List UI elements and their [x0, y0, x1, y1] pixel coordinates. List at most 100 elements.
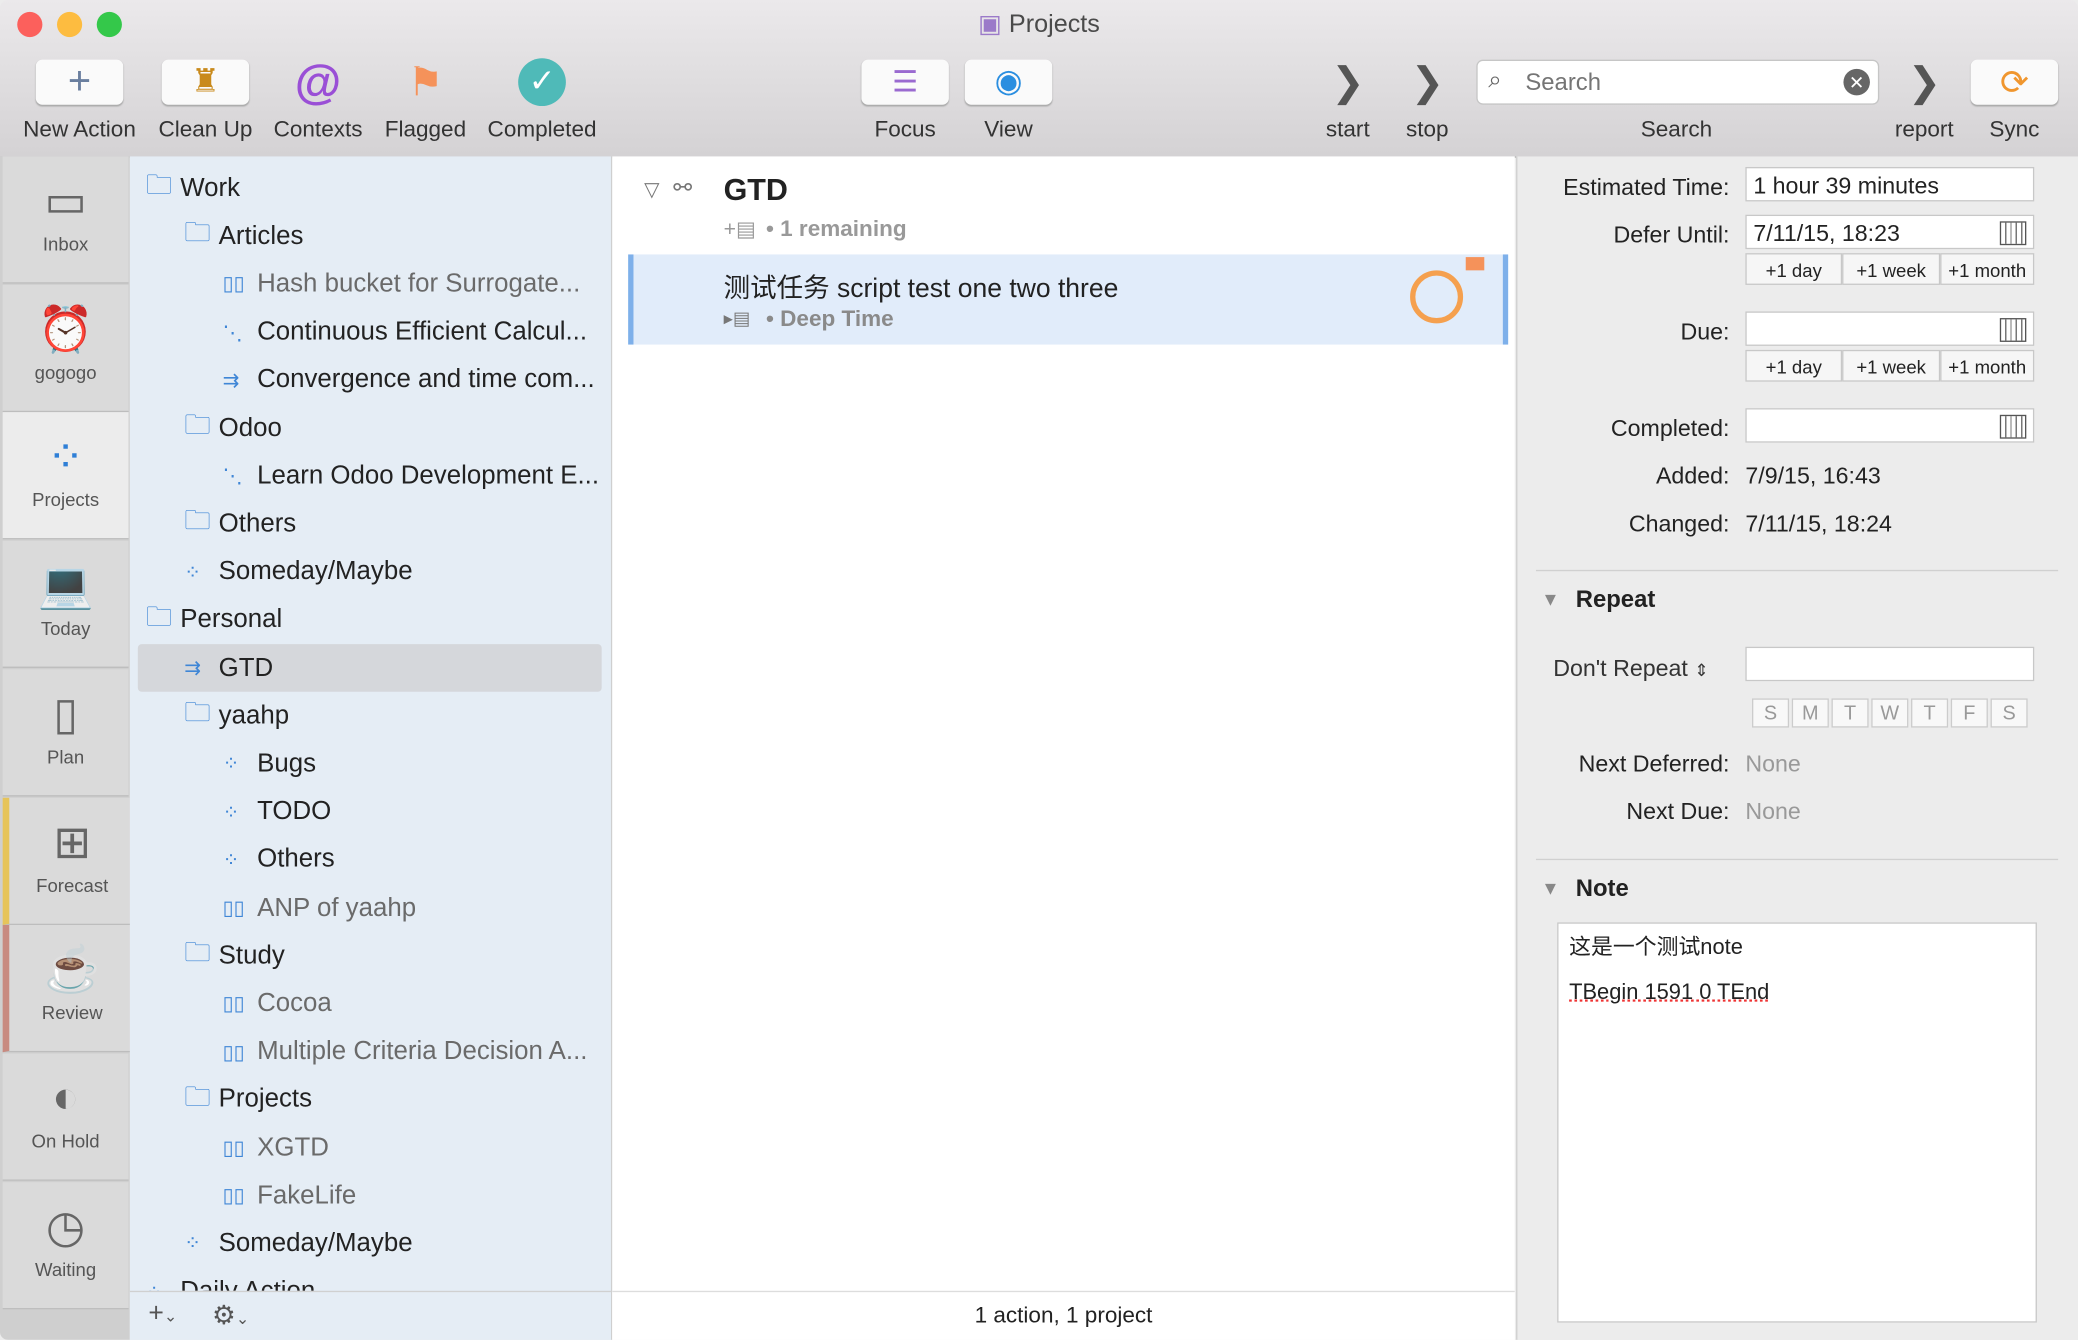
script-icon: ❯	[1331, 60, 1365, 105]
clean-up-button[interactable]: ♜ Clean Up	[148, 58, 262, 143]
gear-menu-button[interactable]: ⚙⌄	[212, 1299, 249, 1332]
sidebar-item[interactable]: 🗀 Others	[130, 500, 611, 548]
view-button[interactable]: ◉ View	[962, 58, 1055, 143]
start-button[interactable]: ❯ start	[1312, 58, 1384, 143]
sync-icon: ⟳	[1970, 59, 2059, 105]
next-due-value: None	[1745, 797, 1801, 825]
focus-button[interactable]: ☰ Focus	[859, 58, 952, 143]
sidebar-item[interactable]: ▯▯ Multiple Criteria Decision A...	[130, 1028, 611, 1076]
calendar-icon[interactable]	[1999, 221, 2027, 246]
perspective-projects[interactable]: ⁘ Projects	[2, 412, 129, 540]
sidebar-item-label: Projects	[218, 1084, 313, 1114]
contexts-button[interactable]: @ Contexts	[265, 54, 371, 143]
weekday-toggle[interactable]: S	[1751, 698, 1790, 728]
estimated-time-field[interactable]: 1 hour 39 minutes	[1745, 166, 2035, 202]
weekday-toggle[interactable]: M	[1791, 698, 1829, 728]
someday-icon: ⁘	[222, 801, 240, 824]
sync-button[interactable]: ⟳ Sync	[1970, 58, 2059, 143]
single-icon: ▯▯	[222, 1137, 245, 1160]
note-textarea[interactable]: 这是一个测试note TBegin 1591 0 TEnd	[1557, 922, 2037, 1323]
sidebar-item-label: Work	[180, 172, 241, 203]
sidebar-item[interactable]: 🗀 yaahp	[130, 692, 611, 740]
disclosure-triangle-icon[interactable]: ▼	[1541, 588, 1559, 609]
defer-plus-day-button[interactable]: +1 day	[1745, 253, 1843, 285]
calendar-icon[interactable]	[1999, 414, 2027, 439]
flag-icon: ⚑	[407, 60, 444, 105]
weekday-toggle[interactable]: T	[1911, 698, 1949, 728]
sidebar-item[interactable]: ⁘ TODO	[130, 788, 611, 836]
new-action-button[interactable]: + New Action	[13, 58, 146, 143]
folder-icon: 🗀	[145, 170, 173, 201]
calendar-icon[interactable]	[1999, 318, 2027, 342]
due-plus-week-button[interactable]: +1 week	[1842, 349, 1941, 382]
search-input[interactable]	[1522, 64, 1833, 100]
project-note-icon: +▤	[723, 218, 757, 242]
sidebar-item[interactable]: ⁘ Others	[130, 836, 611, 884]
weekday-toggle[interactable]: T	[1831, 698, 1869, 728]
sidebar-item[interactable]: 🗀 Projects	[130, 1076, 611, 1124]
note-section-header[interactable]: Note	[1576, 875, 1629, 903]
perspective-label: Plan	[47, 745, 85, 768]
sidebar-item[interactable]: ▯▯ ANP of yaahp	[130, 884, 611, 932]
action-title[interactable]: 测试任务 script test one two three	[724, 266, 1119, 304]
sidebar-item[interactable]: ⇉ Convergence and time com...	[130, 356, 611, 404]
perspective-today[interactable]: 💻 Today	[2, 540, 129, 669]
sidebar-item[interactable]: 🗀 Odoo	[130, 404, 611, 452]
project-title[interactable]: GTD	[724, 172, 788, 208]
defer-plus-week-button[interactable]: +1 week	[1842, 253, 1941, 285]
flag-icon[interactable]	[1465, 257, 1485, 271]
sidebar-item-label: yaahp	[218, 700, 290, 730]
disclosure-triangle-icon[interactable]: ▼	[1541, 877, 1559, 898]
due-plus-month-button[interactable]: +1 month	[1940, 349, 2035, 382]
sidebar-item[interactable]: ▯▯ Cocoa	[130, 980, 611, 1028]
repeat-mode-select[interactable]: Don't Repeat ⇕	[1553, 655, 1709, 683]
flagged-button[interactable]: ⚑ Flagged	[376, 58, 474, 143]
add-menu-button[interactable]: +⌄	[148, 1299, 177, 1329]
defer-until-field[interactable]: 7/11/15, 18:23	[1745, 214, 2035, 250]
check-icon: ✓	[518, 58, 566, 107]
sidebar-item[interactable]: ⁘ Someday/Maybe	[130, 1220, 611, 1268]
sequential-icon: ⋱	[222, 465, 243, 488]
sidebar-item[interactable]: ⇉ GTD	[137, 644, 602, 692]
sidebar-item[interactable]: 🗀 Personal	[130, 596, 611, 644]
weekday-toggle[interactable]: S	[1990, 698, 2028, 728]
weekday-toggle[interactable]: W	[1871, 698, 1909, 728]
sidebar-item[interactable]: ▯▯ Hash bucket for Surrogate...	[130, 260, 611, 308]
perspective-plan[interactable]: ▯ Plan	[2, 668, 129, 797]
sidebar-item[interactable]: ⁘ Someday/Maybe	[130, 548, 611, 596]
action-row[interactable]: 测试任务 script test one two three ▸▤ • Deep…	[628, 254, 1509, 345]
script-icon: ❯	[1410, 60, 1444, 105]
sidebar-item[interactable]: ▯▯ XGTD	[130, 1124, 611, 1172]
perspective-inbox[interactable]: ▭ Inbox	[2, 156, 129, 284]
sidebar-item[interactable]: ⋱ Continuous Efficient Calcul...	[130, 308, 611, 356]
sidebar-item[interactable]: ▯▯ FakeLife	[130, 1172, 611, 1220]
stop-button[interactable]: ❯ stop	[1392, 58, 1464, 143]
sequential-icon: ⋱	[222, 321, 243, 345]
report-button[interactable]: ❯ report	[1887, 58, 1961, 143]
sidebar-item[interactable]: 🗀 Articles	[130, 212, 611, 260]
perspective-review[interactable]: ☕ Review	[2, 925, 136, 1053]
sidebar-item-label: Bugs	[257, 748, 317, 778]
clear-search-icon[interactable]: ✕	[1843, 68, 1870, 96]
search-field[interactable]: ⌕ ✕	[1476, 59, 1880, 105]
window-title: ▣ Projects	[0, 9, 2078, 39]
repeat-section-header[interactable]: Repeat	[1576, 586, 1656, 614]
repeat-interval-field[interactable]	[1745, 646, 2035, 682]
due-plus-day-button[interactable]: +1 day	[1745, 349, 1843, 382]
divider	[1535, 858, 2059, 861]
sidebar-item[interactable]: ⁘ Bugs	[130, 740, 611, 788]
status-circle-checkbox[interactable]	[1410, 270, 1464, 324]
completed-button[interactable]: ✓ Completed	[480, 58, 605, 143]
completed-field[interactable]	[1745, 408, 2035, 443]
perspective-gogogo[interactable]: ⏰ gogogo	[2, 284, 129, 412]
perspective-on-hold[interactable]: ◐ On Hold	[2, 1053, 129, 1181]
perspective-waiting[interactable]: ◷ Waiting	[2, 1181, 129, 1309]
sidebar-item[interactable]: ⋱ Learn Odoo Development E...	[130, 452, 611, 500]
perspective-forecast[interactable]: ⊞ Forecast	[2, 797, 136, 925]
sidebar-item[interactable]: 🗀 Work	[130, 164, 611, 212]
defer-plus-month-button[interactable]: +1 month	[1940, 253, 2035, 285]
sidebar-item[interactable]: 🗀 Study	[130, 932, 611, 980]
disclosure-triangle-icon[interactable]: ▽	[644, 178, 659, 202]
due-field[interactable]	[1745, 311, 2035, 346]
weekday-toggle[interactable]: F	[1950, 698, 1988, 728]
